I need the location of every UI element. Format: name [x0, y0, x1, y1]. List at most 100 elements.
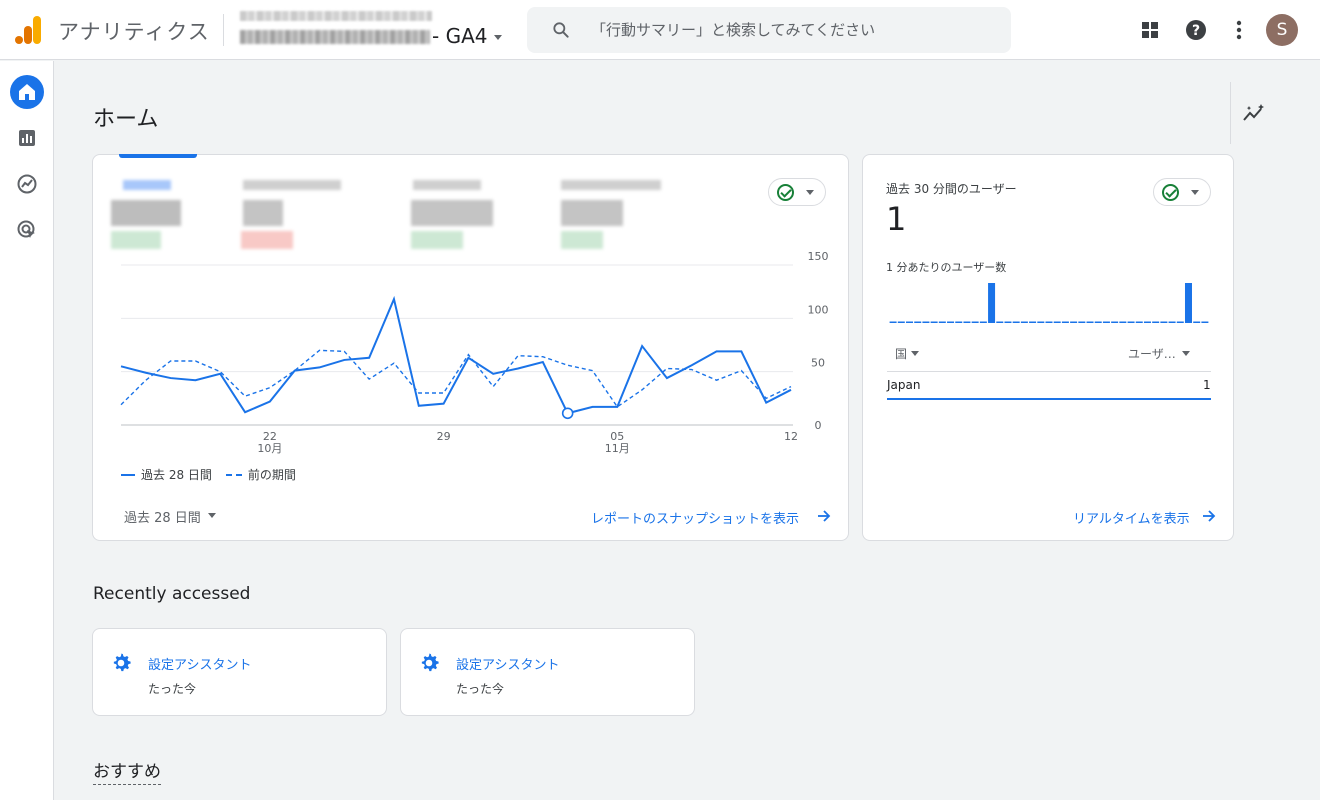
top-app-bar: アナリティクス - GA4 ? S	[0, 0, 1320, 60]
per-minute-bar	[930, 321, 938, 323]
property-url-redacted[interactable]	[240, 30, 430, 44]
x-tick-month: 10月	[257, 442, 282, 455]
nav-reports[interactable]	[10, 121, 44, 155]
caret-down-icon[interactable]	[1182, 351, 1190, 356]
country-column-header[interactable]: 国	[895, 345, 907, 362]
title-divider	[223, 14, 224, 46]
settings-gear-icon	[113, 653, 131, 672]
date-range-selector[interactable]: 過去 28 日間	[124, 507, 201, 526]
per-minute-bar	[979, 321, 987, 323]
x-tick-month: 11月	[605, 442, 630, 455]
chart-legend: 過去 28 日間 前の期間	[121, 466, 296, 483]
realtime-status-button[interactable]	[1153, 178, 1211, 206]
view-snapshot-link[interactable]: レポートのスナップショットを表示	[591, 508, 799, 527]
apps-grid-icon[interactable]	[1138, 18, 1162, 42]
series-line-current	[120, 295, 792, 415]
per-minute-bar	[1152, 321, 1160, 323]
per-minute-bar	[1070, 321, 1078, 323]
help-icon[interactable]: ?	[1184, 18, 1208, 42]
recent-item-time: たった今	[148, 682, 197, 696]
per-minute-bar	[947, 321, 955, 323]
country-cell: Japan	[887, 378, 921, 392]
series-line-previous	[120, 349, 792, 408]
legend-solid-swatch	[121, 473, 135, 476]
y-tick-label: 50	[811, 357, 825, 370]
caret-down-icon	[1191, 190, 1199, 195]
per-minute-bar	[1037, 321, 1045, 323]
per-minute-bar	[1078, 321, 1086, 323]
per-minute-bar	[1111, 321, 1119, 323]
home-icon	[19, 84, 35, 100]
per-minute-bar	[988, 283, 996, 323]
table-divider	[887, 371, 1211, 372]
property-caret-icon[interactable]	[494, 35, 502, 40]
recent-item[interactable]: 設定アシスタント たった今	[92, 628, 387, 716]
avatar[interactable]: S	[1266, 14, 1298, 46]
nav-home[interactable]	[10, 75, 44, 109]
legend-current-label: 過去 28 日間	[141, 468, 212, 482]
recent-item-title: 設定アシスタント	[456, 658, 560, 673]
more-vert-icon[interactable]	[1227, 18, 1251, 42]
per-minute-bar	[914, 321, 922, 323]
per-minute-bar	[1020, 321, 1028, 323]
per-minute-bar	[955, 321, 963, 323]
legend-dashed-swatch	[225, 473, 242, 476]
nav-advertising[interactable]	[10, 213, 44, 247]
users-column-header[interactable]: ユーザ…	[1128, 345, 1176, 362]
insights-icon[interactable]	[1242, 102, 1266, 126]
account-name-redacted[interactable]	[240, 11, 432, 21]
arrow-right-icon[interactable]	[1202, 509, 1216, 523]
users-cell: 1	[1203, 378, 1211, 392]
realtime-users-value: 1	[886, 200, 907, 238]
y-tick-label: 150	[808, 250, 829, 263]
right-divider	[1230, 82, 1231, 144]
y-tick-label: 0	[815, 419, 822, 432]
per-minute-bar	[1045, 321, 1053, 323]
per-minute-bar	[963, 321, 971, 323]
app-title: アナリティクス	[58, 20, 210, 44]
search-bar[interactable]	[527, 7, 1011, 53]
x-tick-day: 29	[437, 430, 451, 443]
per-minute-bar	[1061, 321, 1069, 323]
per-minute-bar	[1184, 283, 1192, 323]
reports-icon	[19, 130, 35, 146]
highlighted-data-point	[561, 407, 574, 420]
recent-item-time: たった今	[456, 682, 505, 696]
per-minute-bar-chart	[889, 283, 1209, 323]
per-minute-bar	[906, 321, 914, 323]
per-minute-bar	[1127, 321, 1135, 323]
caret-down-icon[interactable]	[911, 351, 919, 356]
users-line-chart: 1501005002210月29 0511月12	[120, 250, 829, 455]
arrow-right-icon[interactable]	[817, 509, 831, 523]
per-minute-bar	[1029, 321, 1037, 323]
explore-icon	[17, 174, 37, 194]
search-icon	[553, 22, 569, 38]
per-minute-bar	[897, 321, 905, 323]
left-navigation	[0, 61, 54, 800]
per-minute-bar	[1012, 321, 1020, 323]
per-minute-bar	[1160, 321, 1168, 323]
nav-explore[interactable]	[10, 167, 44, 201]
per-minute-bar	[1094, 321, 1102, 323]
recently-accessed-title: Recently accessed	[93, 584, 251, 604]
per-minute-bar	[1086, 321, 1094, 323]
analytics-logo-icon[interactable]	[14, 15, 42, 45]
overview-card: 150 100 50 0 22 10月 29 05 11月 12 過去 28 日間 前の期間 過去…	[92, 154, 849, 541]
per-minute-bar	[1176, 321, 1184, 323]
per-minute-bar	[1168, 321, 1176, 323]
per-minute-bar	[1193, 321, 1201, 323]
search-input[interactable]	[591, 7, 991, 53]
per-minute-bar	[971, 321, 979, 323]
per-minute-bar	[1102, 321, 1110, 323]
property-selector[interactable]: - GA4	[432, 24, 487, 48]
recommended-title: おすすめ	[93, 757, 161, 785]
view-realtime-link[interactable]: リアルタイムを表示	[1073, 508, 1190, 527]
recent-item[interactable]: 設定アシスタント たった今	[400, 628, 695, 716]
per-minute-bar	[1201, 321, 1209, 323]
per-minute-bar	[938, 321, 946, 323]
row-share-bar	[887, 398, 1211, 400]
y-tick-label: 100	[808, 303, 829, 316]
date-range-caret-icon[interactable]	[208, 513, 216, 518]
advertising-icon	[17, 220, 35, 238]
per-minute-bar	[889, 321, 897, 323]
